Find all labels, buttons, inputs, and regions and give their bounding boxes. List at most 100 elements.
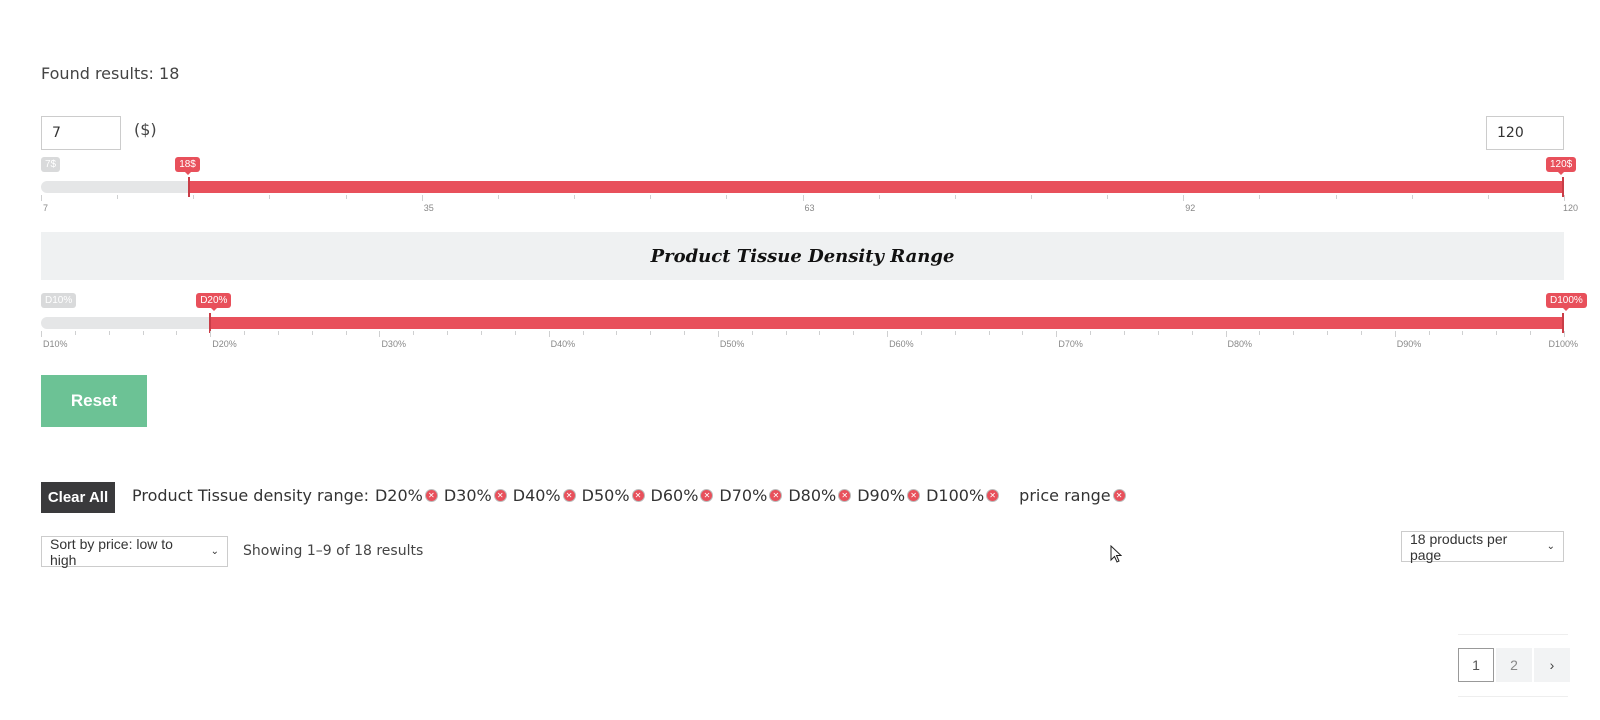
price-from-handle[interactable] [188,177,191,197]
scale-tick-label: D80% [1227,339,1253,349]
scale-tick-label: 120 [1562,203,1578,213]
density-filter-prefix: Product Tissue density range: [132,486,369,505]
price-min-input[interactable] [41,116,121,150]
scale-tick-label: D30% [381,339,406,349]
density-filter-chips: D20% ✕ D30% ✕ D40% ✕ D50% ✕ D60% ✕ D70% ✕ D80% ✕ D90% ✕… [375,486,1005,505]
scale-tick [345,195,347,199]
density-track[interactable] [41,313,1564,333]
density-chip[interactable]: D60% ✕ [651,486,714,505]
remove-icon[interactable]: ✕ [1112,489,1126,502]
remove-icon[interactable]: ✕ [769,489,783,502]
chevron-down-icon: ⌄ [210,546,219,557]
scale-tick [345,331,347,335]
density-chip[interactable]: D20% ✕ [375,486,438,505]
remove-icon[interactable]: ✕ [424,489,438,502]
page-2-button[interactable]: 2 [1496,648,1532,682]
density-range-slider[interactable]: D10% D20% D100% D10% D20% D30% D40% D50% D60%… [41,291,1587,361]
scale-tick [1259,195,1261,199]
scale-tick [41,195,42,201]
density-chip[interactable]: D90% ✕ [857,486,921,505]
price-range-chip-label: price range [1019,486,1111,505]
scale-tick [142,331,144,335]
scale-tick [514,331,516,335]
price-scale: 7 35 63 92 120 [41,195,1578,223]
density-chip[interactable]: D80% ✕ [788,486,852,505]
scale-tick [1225,331,1227,337]
scale-tick [1496,331,1498,335]
scale-tick [650,195,652,199]
density-chip[interactable]: D100% ✕ [926,486,1000,505]
scale-tick [751,331,753,335]
remove-icon[interactable]: ✕ [986,489,1000,502]
density-min-bound-label: D10% [41,293,77,308]
pagination-divider [1458,696,1568,697]
scale-tick [819,331,821,335]
scale-tick [269,195,271,199]
density-chip-label: D80% [788,486,837,505]
reset-button[interactable]: Reset [41,375,147,427]
scale-tick [176,331,178,335]
scale-tick [1090,331,1092,335]
sort-select[interactable]: Sort by price: low to high ⌄ [41,536,228,568]
density-chip[interactable]: D70% ✕ [719,486,783,505]
scale-tick [1530,331,1532,335]
scale-tick [447,331,449,335]
density-chip-label: D60% [650,486,699,505]
density-chip-label: D50% [581,486,630,505]
density-scale: D10% D20% D30% D40% D50% D60% D70% D80% D90% D100… [41,331,1578,359]
scale-tick-label: D20% [212,339,237,349]
scale-tick [311,331,313,335]
remove-icon[interactable]: ✕ [907,489,921,502]
scale-tick [802,195,804,201]
clear-all-button[interactable]: Clear All [41,482,115,513]
scale-tick [887,331,889,337]
chevron-down-icon: ⌄ [1546,541,1555,552]
price-track[interactable] [41,177,1564,197]
price-max-input[interactable] [1486,116,1564,150]
scale-tick [574,195,576,199]
scale-tick [1183,195,1185,201]
scale-tick [480,331,482,335]
price-from-label: 18$ [175,157,200,175]
density-to-handle[interactable] [1562,313,1564,333]
density-chip[interactable]: D40% ✕ [513,486,576,505]
scale-tick [74,331,76,335]
currency-label: ($) [134,120,157,139]
remove-icon[interactable]: ✕ [493,489,507,502]
scale-tick [684,331,686,335]
remove-icon[interactable]: ✕ [700,489,714,502]
scale-tick [1360,331,1362,335]
chevron-right-icon: › [1549,657,1555,673]
page-1-button[interactable]: 1 [1458,648,1494,682]
scale-tick [717,331,719,337]
density-from-handle[interactable] [209,313,212,333]
scale-tick [1293,331,1295,335]
density-chip[interactable]: D50% ✕ [582,486,645,505]
scale-tick-label: D100% [1548,339,1578,349]
scale-tick-label: D90% [1396,339,1422,349]
per-page-selected-value: 18 products per page [1410,530,1508,563]
density-title-bar: Product Tissue Density Range [41,232,1564,280]
remove-icon[interactable]: ✕ [838,489,852,502]
scale-tick [954,331,956,335]
found-results-count: Found results: 18 [41,64,180,83]
price-range-chip[interactable]: price range ✕ [1019,486,1126,505]
price-to-handle[interactable] [1562,177,1564,197]
remove-icon[interactable]: ✕ [562,489,576,502]
density-chip[interactable]: D30% ✕ [444,486,507,505]
scale-tick [582,331,584,335]
density-selected-range [210,317,1564,329]
density-title: Product Tissue Density Range [650,245,955,267]
mouse-cursor-icon [1110,545,1122,563]
scale-tick [1327,331,1329,335]
scale-tick-label: 35 [423,203,434,213]
density-chip-label: D30% [443,486,492,505]
scale-tick [497,195,499,199]
price-range-slider[interactable]: 7$ 18$ 120$ 7 35 63 92 120 [41,153,1578,223]
per-page-select[interactable]: 18 products per page ⌄ [1401,530,1564,563]
remove-icon[interactable]: ✕ [631,489,645,502]
scale-tick-label: 7 [43,203,49,213]
next-page-button[interactable]: › [1534,648,1570,682]
scale-tick [1259,331,1261,335]
scale-tick [1335,195,1337,199]
